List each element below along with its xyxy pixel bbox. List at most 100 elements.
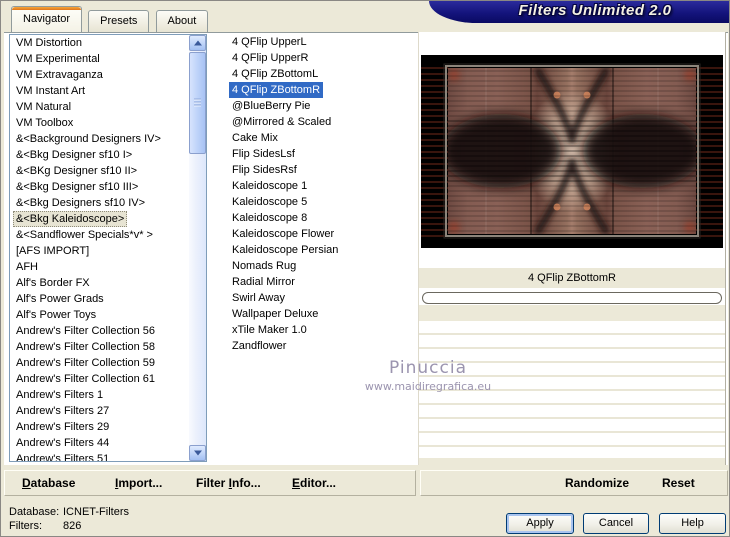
filter-list-item[interactable]: Kaleidoscope Flower (226, 226, 416, 242)
category-list-item[interactable]: Andrew's Filters 51 (10, 451, 189, 461)
scroll-up-icon (193, 40, 202, 46)
category-list-item-label: Andrew's Filter Collection 59 (16, 357, 156, 369)
category-list-item[interactable]: Andrew's Filter Collection 59 (10, 355, 189, 371)
filter-list-item-label: Kaleidoscope 8 (232, 212, 308, 224)
category-list-item[interactable]: Andrew's Filter Collection 58 (10, 339, 189, 355)
category-list-item[interactable]: Alf's Border FX (10, 275, 189, 291)
category-list-item[interactable]: &<Bkg Designer sf10 III> (10, 179, 189, 195)
parameter-rows (419, 321, 725, 459)
reset-button[interactable]: Reset (662, 471, 695, 495)
category-list-item[interactable]: &<Bkg Designer sf10 I> (10, 147, 189, 163)
category-list-item-label: Andrew's Filters 1 (16, 389, 104, 401)
filter-list-item-label: Zandflower (232, 340, 287, 352)
filter-list-item[interactable]: xTile Maker 1.0 (226, 322, 416, 338)
category-scrollbar[interactable] (189, 35, 206, 461)
panel-strip (419, 305, 725, 321)
preview-image (421, 55, 723, 248)
category-list-item-label: &<Bkg Designer sf10 I> (16, 149, 133, 161)
category-list-item-label: VM Toolbox (16, 117, 74, 129)
scroll-up-button[interactable] (189, 35, 206, 51)
filter-list-item-label: xTile Maker 1.0 (232, 324, 307, 336)
filter-list-item-label: Cake Mix (232, 132, 278, 144)
apply-button[interactable]: Apply (506, 513, 574, 534)
category-list-item[interactable]: &<Bkg Kaleidoscope> (10, 211, 189, 227)
filter-list-item-label: 4 QFlip ZBottomR (229, 82, 324, 98)
tab-about-label: About (167, 15, 197, 27)
category-list-item[interactable]: VM Toolbox (10, 115, 189, 131)
category-list-item[interactable]: VM Experimental (10, 51, 189, 67)
import-button[interactable]: Import... (115, 471, 162, 495)
filter-list-item-label: Flip SidesRsf (232, 164, 297, 176)
tab-presets-label: Presets (100, 15, 138, 27)
filter-list-item[interactable]: 4 QFlip UpperR (226, 50, 416, 66)
filter-listbox: 4 QFlip UpperL 4 QFlip UpperR 4 QFlip ZB… (226, 34, 416, 462)
filter-list-item[interactable]: Cake Mix (226, 130, 416, 146)
filter-list-item[interactable]: Flip SidesLsf (226, 146, 416, 162)
app-title: Filters Unlimited 2.0 (518, 2, 672, 19)
cancel-button[interactable]: Cancel (583, 513, 649, 534)
filter-list-item-label: Nomads Rug (232, 260, 297, 272)
filter-list-item-label: Radial Mirror (232, 276, 295, 288)
category-list-item[interactable]: AFH (10, 259, 189, 275)
editor-button[interactable]: Editor... (292, 471, 336, 495)
filter-list-item[interactable]: Flip SidesRsf (226, 162, 416, 178)
category-list-item-label: Andrew's Filters 27 (16, 405, 110, 417)
preview-caption: 4 QFlip ZBottomR (419, 268, 725, 288)
filter-info-button[interactable]: Filter Info... (196, 471, 261, 495)
database-button[interactable]: Database (22, 471, 75, 495)
category-list-item-label: Alf's Border FX (16, 277, 90, 289)
preview-frame[interactable] (421, 55, 723, 248)
preview-progress-track[interactable] (422, 292, 722, 304)
filter-list-item[interactable]: @Mirrored & Scaled (226, 114, 416, 130)
filter-list-item[interactable]: Kaleidoscope Persian (226, 242, 416, 258)
filter-list-item[interactable]: Radial Mirror (226, 274, 416, 290)
category-list-item[interactable]: VM Natural (10, 99, 189, 115)
category-list-item[interactable]: VM Instant Art (10, 83, 189, 99)
category-list-item[interactable]: VM Extravaganza (10, 67, 189, 83)
filter-list-item[interactable]: Wallpaper Deluxe (226, 306, 416, 322)
randomize-button[interactable]: Randomize (565, 471, 629, 495)
category-list-item[interactable]: Alf's Power Toys (10, 307, 189, 323)
filter-list-item[interactable]: 4 QFlip UpperL (226, 34, 416, 50)
category-list-item[interactable]: Andrew's Filters 44 (10, 435, 189, 451)
scroll-thumb[interactable] (189, 52, 206, 154)
category-list-item-label: Andrew's Filter Collection 56 (16, 325, 156, 337)
filter-list-item[interactable]: Nomads Rug (226, 258, 416, 274)
category-list-item[interactable]: &<BKg Designer sf10 II> (10, 163, 189, 179)
filter-list-item[interactable]: Zandflower (226, 338, 416, 354)
filter-list-item-label: Flip SidesLsf (232, 148, 295, 160)
category-list-item[interactable]: Andrew's Filters 29 (10, 419, 189, 435)
category-list-item[interactable]: Andrew's Filters 1 (10, 387, 189, 403)
category-list-item[interactable]: &<Sandflower Specials*v* > (10, 227, 189, 243)
filter-list-item[interactable]: Kaleidoscope 1 (226, 178, 416, 194)
category-list-item[interactable]: [AFS IMPORT] (10, 243, 189, 259)
category-list-item[interactable]: VM Distortion (10, 35, 189, 51)
filter-list-item[interactable]: 4 QFlip ZBottomR (226, 82, 416, 98)
filter-list-item[interactable]: Kaleidoscope 8 (226, 210, 416, 226)
category-list-item-label: Andrew's Filters 29 (16, 421, 110, 433)
category-list-item-label: VM Extravaganza (16, 69, 103, 81)
category-list-item-label: VM Distortion (16, 37, 83, 49)
category-list-item[interactable]: Andrew's Filters 27 (10, 403, 189, 419)
category-list-item[interactable]: &<Background Designers IV> (10, 131, 189, 147)
filter-list-item[interactable]: Swirl Away (226, 290, 416, 306)
category-list-item-label: VM Instant Art (16, 85, 86, 97)
category-list-item[interactable]: &<Bkg Designers sf10 IV> (10, 195, 189, 211)
filter-list-item[interactable]: @BlueBerry Pie (226, 98, 416, 114)
category-list-item-label: &<BKg Designer sf10 II> (16, 165, 138, 177)
help-button[interactable]: Help (659, 513, 726, 534)
category-list-item[interactable]: Andrew's Filter Collection 56 (10, 323, 189, 339)
tab-presets[interactable]: Presets (88, 10, 150, 32)
filter-info-prefix: Filter (196, 476, 229, 490)
tab-about[interactable]: About (155, 10, 209, 32)
category-list-item[interactable]: Alf's Power Grads (10, 291, 189, 307)
scroll-down-button[interactable] (189, 445, 206, 461)
filter-list-item[interactable]: Kaleidoscope 5 (226, 194, 416, 210)
filter-list-item-label: Kaleidoscope 5 (232, 196, 308, 208)
status-filters-value: 826 (63, 520, 82, 532)
tab-navigator[interactable]: Navigator (11, 6, 83, 32)
category-list-item[interactable]: Andrew's Filter Collection 61 (10, 371, 189, 387)
category-list-item-label: [AFS IMPORT] (16, 245, 90, 257)
filter-list-item[interactable]: 4 QFlip ZBottomL (226, 66, 416, 82)
scroll-down-icon (193, 450, 202, 456)
